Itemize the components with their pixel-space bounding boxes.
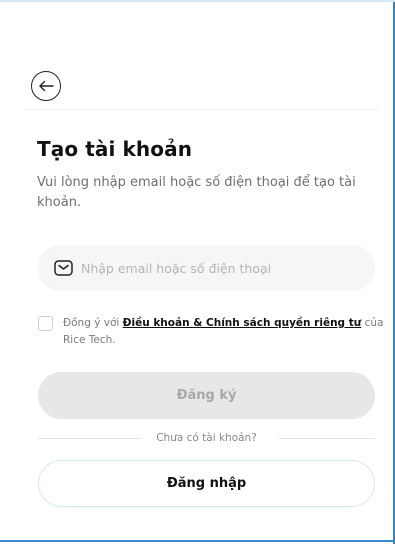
page-subtitle: Vui lòng nhập email hoặc số điện thoại đ… [37,175,356,210]
agreement-checkbox[interactable] [38,316,53,331]
divider-line-right [279,438,375,439]
register-button[interactable]: Đăng ký [38,372,375,419]
mail-icon [54,260,73,276]
bottom-border [0,540,395,542]
top-border [0,0,395,2]
terms-privacy-link[interactable]: Điều khoản & Chính sách quyền riêng tư [123,317,362,329]
header-divider [24,109,379,110]
page-title: Tạo tài khoản [37,137,193,161]
agreement-prefix: Đồng ý với [63,317,123,329]
app-frame: Tạo tài khoản Vui lòng nhập email hoặc s… [0,0,395,544]
email-phone-input[interactable] [81,260,351,276]
arrow-left-icon [39,80,54,92]
agreement-text: Đồng ý với Điều khoản & Chính sách quyền… [63,315,388,349]
or-divider: Chưa có tài khoản? [38,430,375,446]
login-button[interactable]: Đăng nhập [38,460,375,507]
email-phone-field[interactable] [38,245,375,291]
back-button[interactable] [31,71,61,101]
